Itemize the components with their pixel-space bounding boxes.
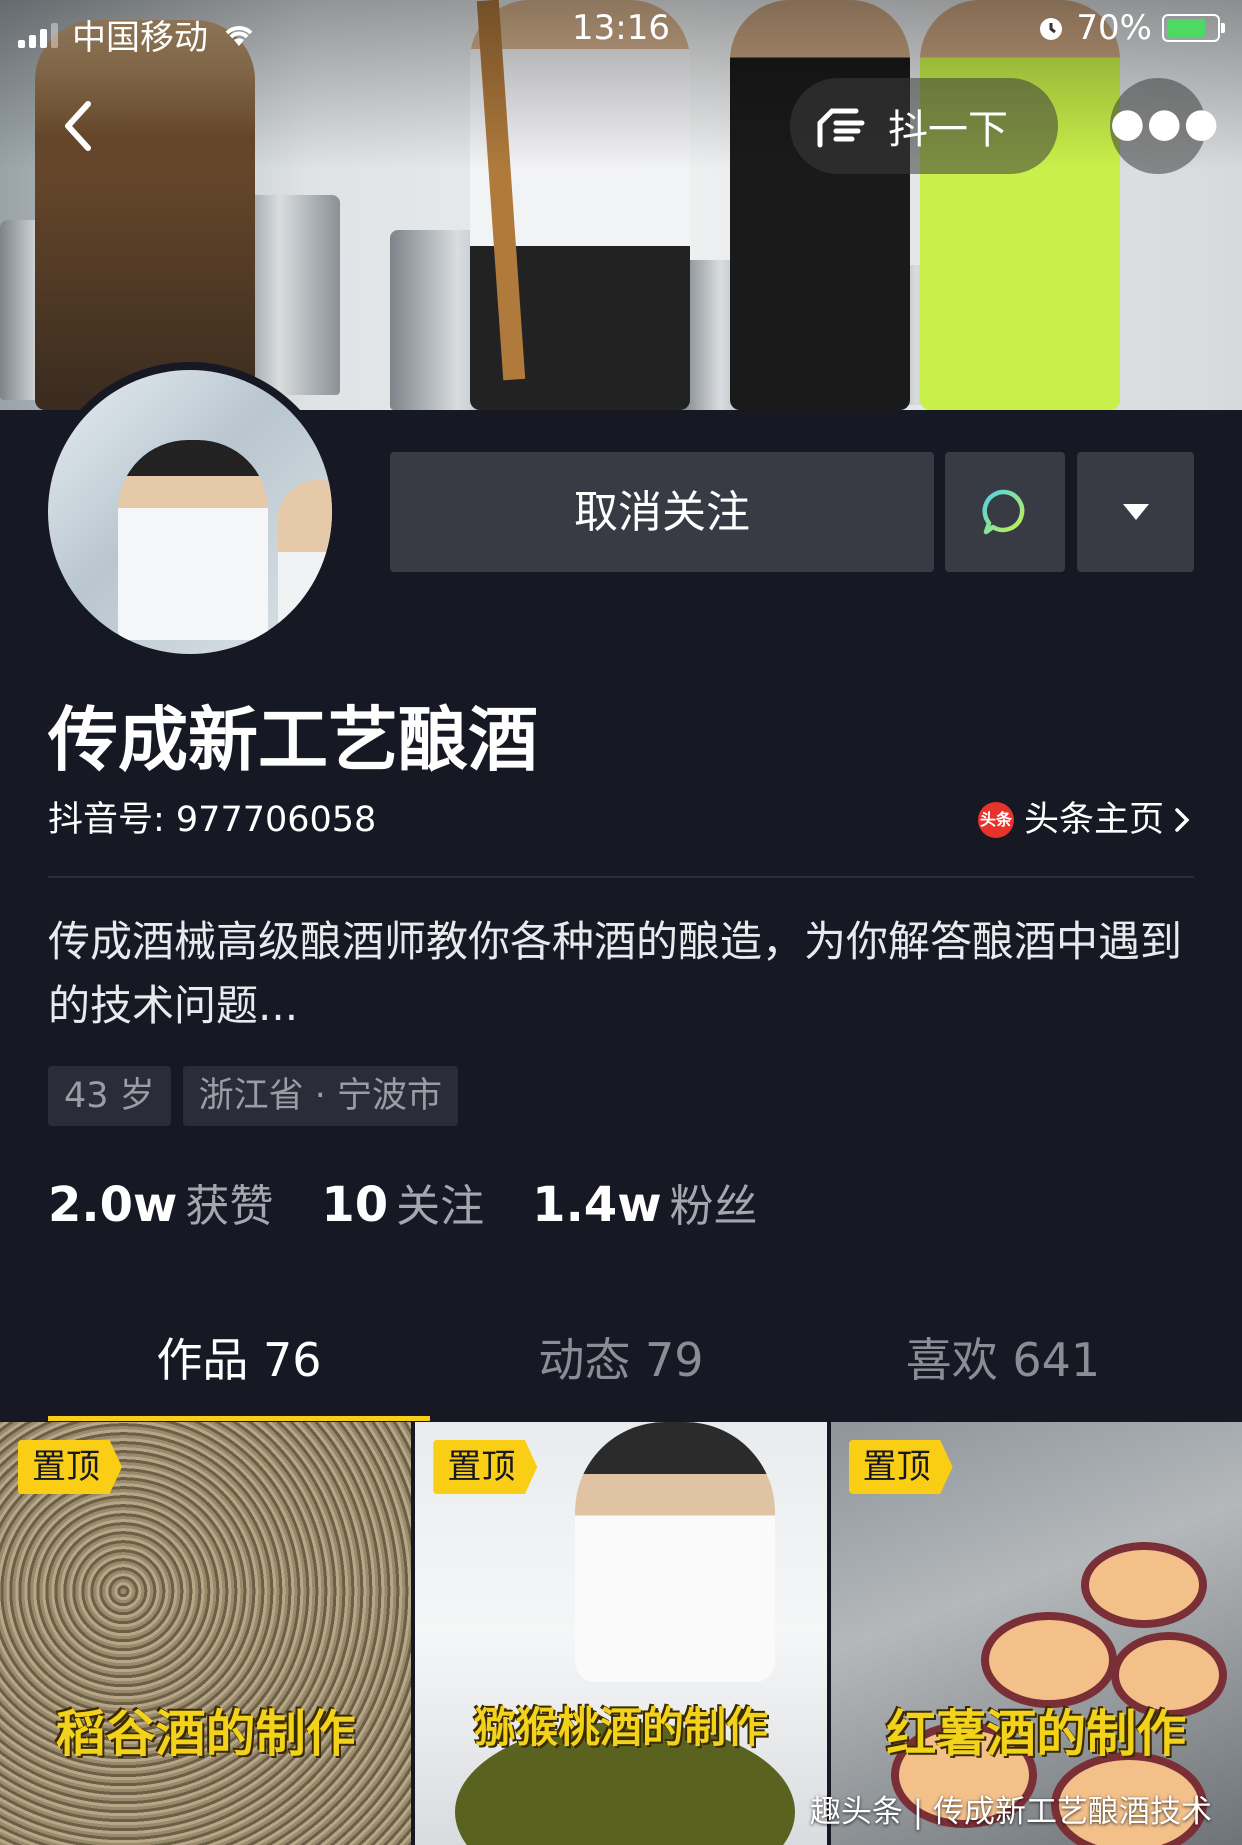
following-count: 10 — [321, 1177, 389, 1233]
pinned-badge: 置顶 — [848, 1440, 953, 1494]
location-tag: 浙江省 · 宁波市 — [182, 1066, 459, 1126]
tab-likes[interactable]: 喜欢 641 — [812, 1320, 1194, 1420]
toutiao-homepage-link[interactable]: 头条 头条主页 — [977, 795, 1190, 845]
tab-moments[interactable]: 动态 79 — [430, 1320, 812, 1420]
video-caption: 猕猴桃酒的制作 — [473, 1703, 768, 1752]
shake-label: 抖一下 — [888, 107, 1008, 153]
content-tabs: 作品 76 动态 79 喜欢 641 — [0, 1320, 1242, 1421]
profile-tags: 43 岁 浙江省 · 宁波市 — [48, 1066, 459, 1126]
caret-down-icon — [1122, 504, 1149, 520]
unfollow-button[interactable]: 取消关注 — [390, 452, 934, 572]
tab-works[interactable]: 作品 76 — [48, 1320, 430, 1421]
video-thumbnail[interactable]: 置顶 红薯酒的制作 — [830, 1422, 1242, 1845]
douyin-id: 抖音号: 977706058 — [48, 800, 377, 840]
profile-bio[interactable]: 传成酒械高级酿酒师教你各种酒的酿造，为你解答酿酒中遇到的技术问题... — [48, 910, 1198, 1038]
video-thumbnail[interactable]: 置顶 猕猴桃酒的制作 — [415, 1422, 827, 1845]
following-stat[interactable]: 10 关注 — [321, 1170, 484, 1234]
followers-count: 1.4w — [532, 1177, 662, 1233]
back-button[interactable] — [58, 96, 98, 156]
following-label: 关注 — [396, 1181, 485, 1232]
pinned-badge: 置顶 — [433, 1440, 538, 1494]
profile-cover-image: 中国移动 13:16 70% — [0, 0, 1242, 410]
followers-stat[interactable]: 1.4w 粉丝 — [532, 1170, 757, 1234]
status-bar: 中国移动 13:16 70% — [0, 0, 1242, 58]
shake-button[interactable]: 抖一下 — [790, 78, 1058, 174]
followers-label: 粉丝 — [669, 1181, 758, 1232]
divider — [48, 876, 1194, 878]
video-caption: 红薯酒的制作 — [886, 1704, 1187, 1763]
toutiao-link-label: 头条主页 — [1023, 800, 1164, 840]
chevron-right-icon — [1175, 808, 1190, 832]
chat-bubble-icon — [982, 489, 1025, 535]
video-thumbnail[interactable]: 置顶 稻谷酒的制作 — [0, 1422, 412, 1845]
video-caption: 稻谷酒的制作 — [55, 1704, 356, 1763]
age-tag: 43 岁 — [48, 1066, 171, 1126]
chevron-left-icon — [65, 101, 91, 151]
message-button[interactable] — [945, 452, 1065, 572]
video-grid: 置顶 稻谷酒的制作 置顶 猕猴桃酒的制作 置顶 红薯酒的制作 趣头条 | 传成新… — [0, 1422, 1242, 1845]
profile-name: 传成新工艺酿酒 — [48, 699, 538, 781]
recommend-dropdown-button[interactable] — [1077, 452, 1194, 572]
more-dots-icon: ●●● — [1110, 100, 1221, 146]
likes-stat: 2.0w 获赞 — [48, 1170, 273, 1234]
profile-stats: 2.0w 获赞 10 关注 1.4w 粉丝 — [48, 1170, 758, 1234]
avatar[interactable] — [40, 362, 340, 662]
likes-count: 2.0w — [48, 1177, 178, 1233]
battery-icon — [1162, 14, 1225, 42]
toutiao-logo-icon: 头条 — [977, 802, 1014, 838]
likes-label: 获赞 — [185, 1181, 274, 1232]
battery-percent: 70% — [1076, 8, 1152, 48]
alarm-icon — [1040, 18, 1063, 40]
pinned-badge: 置顶 — [18, 1440, 122, 1494]
hand-shake-icon — [817, 108, 865, 148]
watermark-text: 趣头条 | 传成新工艺酿酒技术 — [809, 1794, 1212, 1830]
more-options-button[interactable]: ●●● — [1110, 78, 1219, 174]
